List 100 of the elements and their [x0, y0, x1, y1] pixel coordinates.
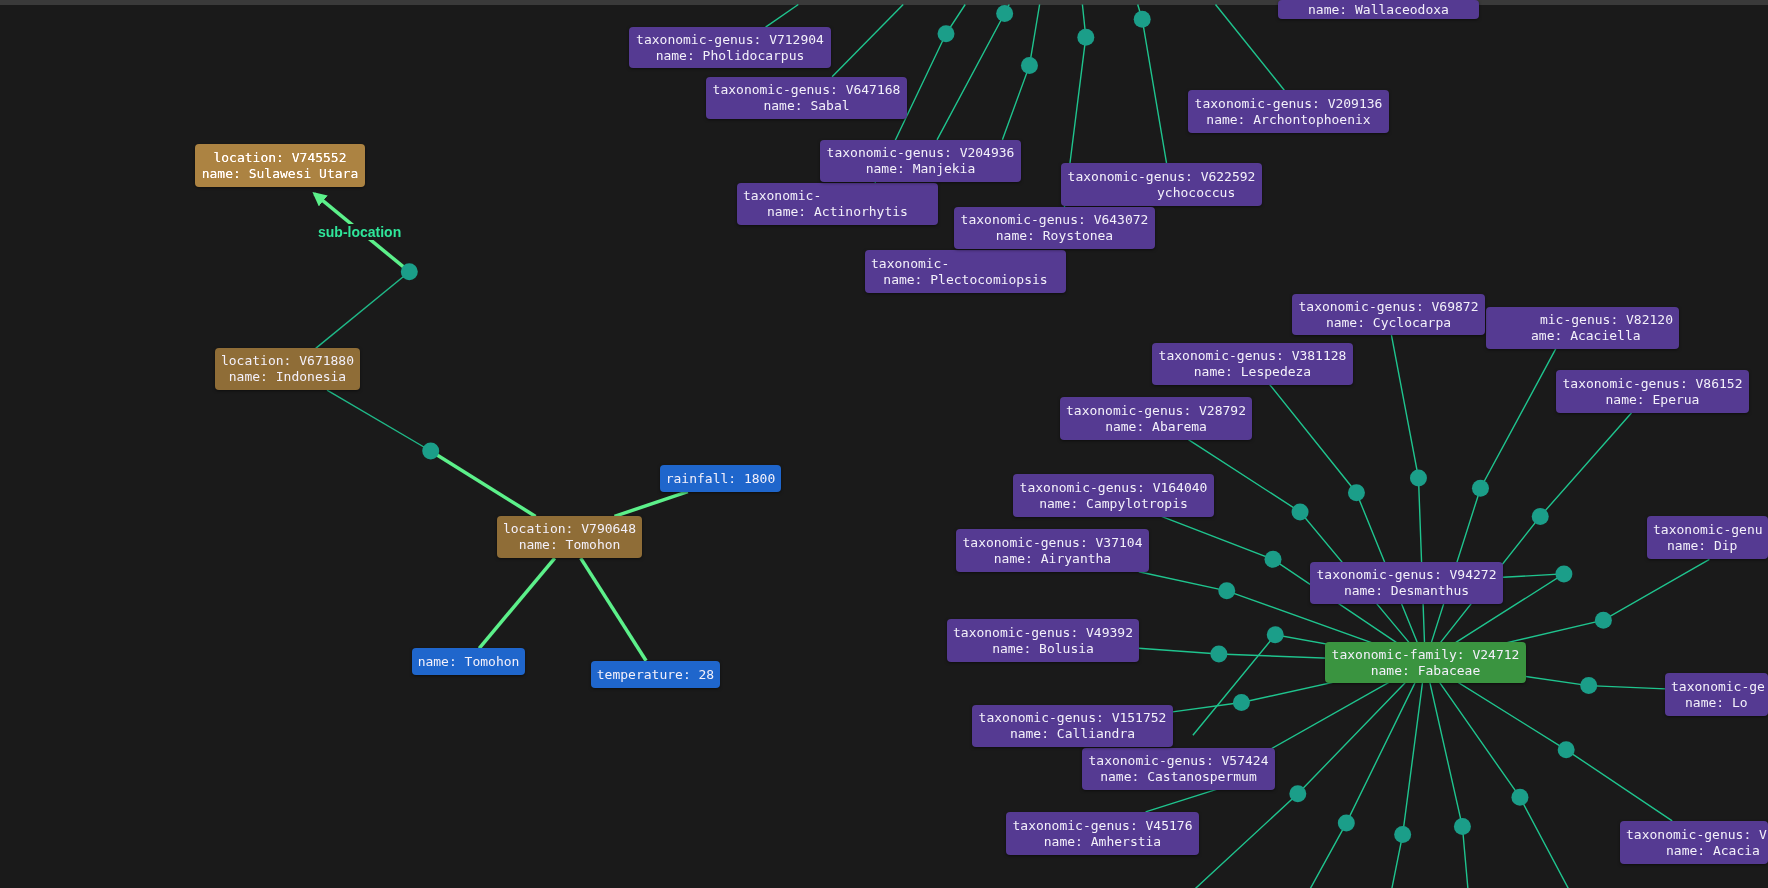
edge-dot[interactable]	[1289, 785, 1307, 803]
node-label: name: Acacia	[1666, 842, 1760, 859]
node-label: name: Airyantha	[993, 550, 1112, 567]
node-label: taxonomic-genus: V49392	[953, 624, 1133, 641]
edge-dot[interactable]	[1133, 10, 1151, 28]
node-label: taxonomic-genus: V57424	[1088, 753, 1269, 769]
node-label: taxonomic-genus: V204936	[826, 145, 1015, 161]
graph-node[interactable]: name: Tomohon	[412, 648, 525, 675]
edge-dot[interactable]	[1555, 565, 1573, 583]
graph-node[interactable]: taxonomic-genus: V94272 name: Desmanthus	[1310, 562, 1503, 604]
node-label: name: Tomohon	[518, 537, 621, 553]
node-label: temperature: 28	[596, 666, 715, 683]
node-label: location: V745552	[213, 149, 347, 166]
edge-dot[interactable]	[1291, 503, 1309, 521]
node-label: name: Calliandra	[1009, 726, 1136, 742]
node-label: taxonomic-genus: V647168	[712, 82, 901, 98]
edge-dot[interactable]	[1531, 507, 1549, 525]
node-label: taxonomic-genus: V643072	[960, 212, 1149, 228]
edge-dot[interactable]	[937, 25, 955, 43]
node-label: taxonomic-genus: V151752	[978, 710, 1167, 726]
node-label: location: V790648	[502, 521, 637, 537]
node-label: name: Plectocomiopsis	[883, 271, 1048, 288]
node-label: name: Sulawesi Utara	[201, 165, 359, 182]
graph-node[interactable]: taxonomic-genus: V381128 name: Lespedeza	[1152, 343, 1353, 385]
edge-dot[interactable]	[1594, 611, 1612, 629]
graph-node[interactable]: taxonomic-genus: V151752 name: Calliandra	[972, 705, 1173, 747]
graph-node[interactable]: rainfall: 1800	[660, 465, 781, 492]
node-label: taxonomic-genus: V381128	[1158, 348, 1347, 364]
node-label: name: Lo	[1685, 694, 1748, 711]
graph-node[interactable]: location: V790648 name: Tomohon	[497, 516, 642, 558]
edge-dot[interactable]	[1266, 626, 1284, 644]
edge-dot[interactable]	[1409, 469, 1427, 487]
graph-node[interactable]: location: V671880 name: Indonesia	[215, 348, 360, 390]
edge-line	[764, 3, 799, 28]
graph-node[interactable]: taxonomic- name: Plectocomiopsis	[865, 250, 1066, 293]
graph-node[interactable]: taxonomic-genus: V204936 name: Manjekia	[820, 140, 1021, 182]
edge-dot[interactable]	[1077, 28, 1095, 46]
edge-dot[interactable]	[1394, 825, 1412, 843]
graph-node[interactable]: taxonomic-genus: V643072 name: Roystonea	[954, 207, 1155, 249]
graph-node[interactable]: taxonomic-genus: V name: Acacia	[1620, 821, 1768, 864]
node-label: taxonomic-genus: V209136	[1194, 95, 1383, 112]
node-label: ychococcus	[1157, 184, 1236, 201]
graph-node[interactable]: taxonomic-genus: V28792 name: Abarema	[1060, 397, 1252, 440]
edge-dot[interactable]	[1218, 582, 1236, 600]
node-label: name: Bolusia	[992, 640, 1094, 657]
graph-node[interactable]: taxonomic-genus: V49392 name: Bolusia	[947, 619, 1139, 662]
graph-node[interactable]: taxonomic-genus: V37104 name: Airyantha	[956, 529, 1149, 572]
graph-node[interactable]: taxonomic-genus: V86152 name: Eperua	[1556, 370, 1749, 413]
graph-node[interactable]: taxonomic-genus: V57424 name: Castanospermum	[1082, 748, 1275, 790]
edge-dot[interactable]	[400, 263, 418, 281]
node-label: taxonomic-genus: V28792	[1066, 402, 1246, 419]
graph-node[interactable]: taxonomic-genus: V45176 name: Amherstia	[1006, 812, 1199, 855]
edge-dot[interactable]	[1511, 788, 1529, 806]
graph-node[interactable]: taxonomic-genus: V622592 ychococcus	[1061, 163, 1262, 206]
node-label: ame: Acaciella	[1531, 328, 1641, 344]
edge-dot[interactable]	[1232, 693, 1250, 711]
edge-dot[interactable]	[1210, 645, 1228, 663]
edge-dot[interactable]	[1264, 550, 1282, 568]
edge-dot[interactable]	[1557, 741, 1575, 759]
node-label: rainfall: 1800	[665, 470, 776, 487]
node-label: taxonomic-	[743, 188, 822, 204]
edge-dot[interactable]	[1337, 814, 1355, 832]
graph-node[interactable]: taxonomic-genus: V69872 name: Cyclocarpa	[1292, 294, 1485, 335]
node-label: mic-genus: V82120	[1539, 312, 1673, 328]
edge-dot[interactable]	[1020, 56, 1038, 74]
node-label: taxonomic-genus: V45176	[1012, 817, 1193, 834]
node-label: name: Fabaceae	[1370, 662, 1481, 679]
graph-node[interactable]: taxonomic-genus: V164040 name: Campylotropis	[1013, 474, 1214, 517]
edge-dot[interactable]	[1580, 677, 1598, 695]
graph-node[interactable]: taxonomic-genus: V647168 name: Sabal	[706, 77, 907, 119]
node-label: taxonomic-genus: V	[1626, 826, 1767, 843]
node-label: name: Amherstia	[1043, 833, 1162, 850]
edge-dot[interactable]	[1347, 484, 1365, 502]
node-label: name: Abarema	[1105, 418, 1207, 435]
edge-dot[interactable]	[996, 5, 1014, 23]
edge-dot[interactable]	[422, 442, 440, 460]
graph-node[interactable]: taxonomic-genus: V712904 name: Pholidocarpus	[629, 27, 831, 68]
node-label: name: Castanospermum	[1100, 769, 1257, 785]
node-label: name: Desmanthus	[1343, 583, 1470, 599]
node-label: name: Lespedeza	[1193, 364, 1312, 380]
graph-node[interactable]: taxonomic- name: Actinorhytis	[737, 183, 938, 225]
graph-node[interactable]: name: Wallaceodoxa	[1278, 0, 1479, 19]
edge-dot[interactable]	[1453, 818, 1471, 835]
node-label: name: Eperua	[1605, 391, 1700, 408]
node-label: taxonomic-genus: V712904	[636, 31, 824, 48]
graph-node[interactable]: taxonomic-ge name: Lo	[1665, 673, 1768, 716]
node-label: taxonomic-genus: V69872	[1298, 298, 1479, 315]
node-label: name: Dip	[1667, 537, 1738, 554]
node-label: name: Cyclocarpa	[1325, 314, 1452, 331]
edge-dot[interactable]	[1471, 479, 1489, 497]
node-label: location: V671880	[220, 353, 355, 369]
node-label: name: Indonesia	[228, 369, 347, 385]
graph-node[interactable]: taxonomic-genus: V209136 name: Archontophoenix	[1188, 90, 1389, 133]
graph-node[interactable]: mic-genus: V82120 ame: Acaciella	[1486, 307, 1679, 349]
graph-node[interactable]: taxonomic-genu name: Dip	[1647, 516, 1768, 559]
graph-node[interactable]: temperature: 28	[591, 661, 720, 688]
node-label: taxonomic-genus: V164040	[1019, 479, 1208, 496]
edge-label: sub-location	[318, 224, 402, 240]
node-label: name: Archontophoenix	[1206, 111, 1371, 128]
node-label: name: Roystonea	[995, 228, 1114, 244]
